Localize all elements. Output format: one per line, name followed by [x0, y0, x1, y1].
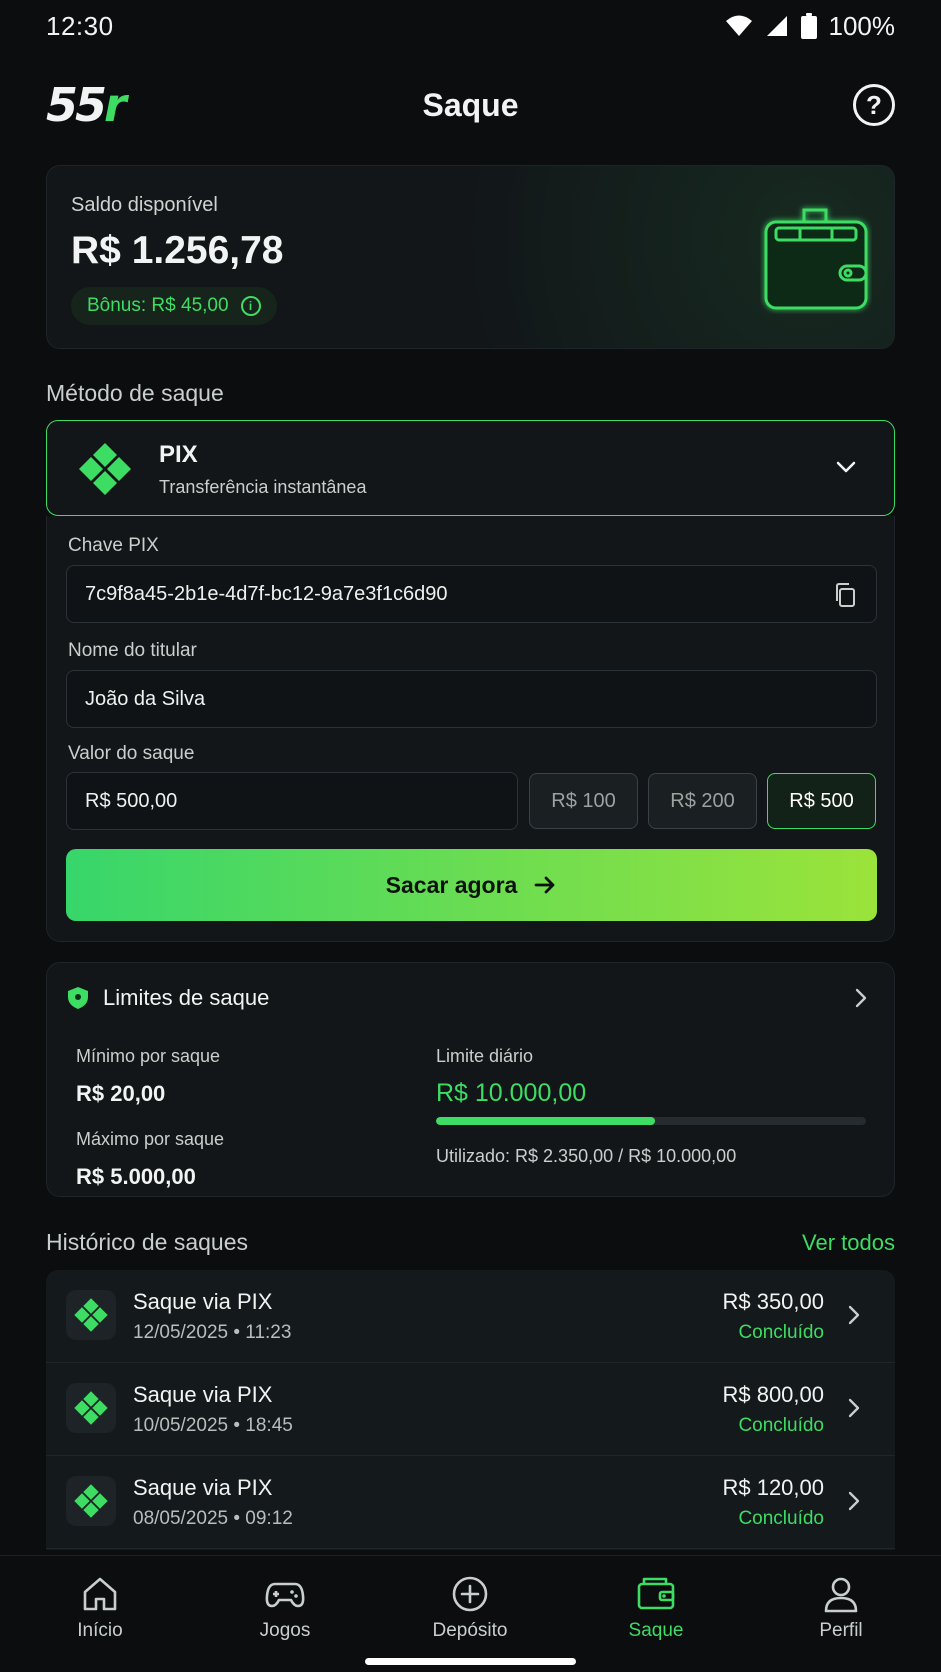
history-item-status: Concluído — [738, 1415, 824, 1436]
method-description: Transferência instantânea — [159, 477, 367, 497]
chevron-right-icon — [848, 1305, 860, 1325]
history-item-date: 12/05/2025 • 11:23 — [133, 1322, 292, 1343]
nav-item-inicio[interactable]: Início — [25, 1574, 175, 1642]
nav-label: Jogos — [259, 1620, 311, 1641]
min-limit-value: R$ 20,00 — [76, 1081, 166, 1106]
bonus-text: Bônus: R$ 45,00 — [87, 295, 229, 316]
copy-icon[interactable] — [832, 582, 858, 608]
history-item-date: 10/05/2025 • 18:45 — [133, 1415, 293, 1436]
help-icon[interactable]: ? — [853, 84, 895, 126]
battery-icon — [800, 13, 817, 39]
brand-logo[interactable]: 55r — [46, 82, 127, 128]
gamepad-icon — [265, 1582, 305, 1608]
method-section-title: Método de saque — [46, 380, 224, 406]
history-item-status: Concluído — [738, 1322, 824, 1343]
pix-key-value: 7c9f8a45-2b1e-4d7f-bc12-9a7e3f1c6d90 — [85, 582, 448, 605]
status-time: 12:30 — [46, 10, 114, 41]
history-title: Histórico de saques — [46, 1229, 248, 1255]
amount-value: R$ 500,00 — [85, 789, 178, 812]
status-icons: 100% — [725, 10, 896, 42]
wifi-icon — [725, 15, 752, 36]
bonus-badge[interactable]: Bônus: R$ 45,00 i — [71, 287, 277, 325]
amount-input[interactable]: R$ 500,00 — [66, 772, 518, 830]
holder-name-label: Nome do titular — [68, 640, 197, 661]
status-bar: 12:30 100% — [0, 0, 941, 52]
nav-label: Saque — [628, 1620, 684, 1641]
arrow-right-icon — [534, 876, 555, 894]
history-list: Saque via PIX 12/05/2025 • 11:23 R$ 350,… — [46, 1270, 895, 1550]
wallet-icon — [760, 202, 872, 314]
nav-item-perfil[interactable]: Perfil — [766, 1574, 916, 1642]
withdraw-form: Chave PIX 7c9f8a45-2b1e-4d7f-bc12-9a7e3f… — [46, 516, 895, 942]
app-header: 55r Saque ? — [46, 76, 895, 134]
history-item[interactable]: Saque via PIX 08/05/2025 • 09:12 R$ 120,… — [46, 1456, 895, 1549]
quick-amount-100[interactable]: R$ 100 — [529, 773, 638, 829]
withdraw-now-button[interactable]: Sacar agora — [66, 849, 877, 921]
home-indicator[interactable] — [365, 1658, 576, 1665]
history-item-status: Concluído — [738, 1508, 824, 1529]
history-header: Histórico de saques Ver todos — [46, 1229, 895, 1256]
daily-limit-used: Utilizado: R$ 2.350,00 / R$ 10.000,00 — [436, 1146, 737, 1166]
daily-limit-value: R$ 10.000,00 — [436, 1079, 587, 1107]
withdraw-limits-card[interactable]: Limites de saque Mínimo por saque R$ 20,… — [46, 962, 895, 1197]
pix-key-input[interactable]: 7c9f8a45-2b1e-4d7f-bc12-9a7e3f1c6d90 — [66, 565, 877, 623]
history-item-amount: R$ 350,00 — [722, 1289, 824, 1314]
history-item-amount: R$ 120,00 — [722, 1475, 824, 1500]
pix-icon — [66, 1476, 116, 1526]
balance-label: Saldo disponível — [71, 194, 218, 216]
chevron-right-icon — [848, 1491, 860, 1511]
max-limit-label: Máximo por saque — [76, 1129, 225, 1149]
daily-limit-progress-fill — [436, 1117, 656, 1125]
withdraw-method-select[interactable]: PIX Transferência instantânea — [46, 420, 895, 516]
shield-icon — [68, 987, 88, 1009]
pix-icon — [66, 1383, 116, 1433]
info-icon[interactable]: i — [240, 296, 261, 316]
nav-label: Início — [77, 1620, 123, 1641]
holder-name-value: João da Silva — [85, 687, 206, 710]
bottom-nav: Início Jogos Depósito Saque Perfil — [0, 1555, 941, 1672]
history-item-title: Saque via PIX — [133, 1289, 273, 1314]
method-name: PIX — [159, 441, 198, 468]
max-limit-value: R$ 5.000,00 — [76, 1164, 196, 1189]
limits-title: Limites de saque — [103, 985, 270, 1010]
home-icon — [83, 1577, 117, 1611]
balance-card: Saldo disponível R$ 1.256,78 Bônus: R$ 4… — [46, 165, 895, 349]
chevron-down-icon[interactable] — [834, 455, 858, 479]
holder-name-input[interactable]: João da Silva — [66, 670, 877, 728]
history-item-title: Saque via PIX — [133, 1475, 273, 1500]
history-item-title: Saque via PIX — [133, 1382, 273, 1407]
limits-header: Limites de saque — [67, 985, 269, 1011]
nav-item-jogos[interactable]: Jogos — [210, 1574, 360, 1642]
plus-circle-icon — [452, 1576, 488, 1612]
pix-icon — [66, 1290, 116, 1340]
see-all-link[interactable]: Ver todos — [802, 1230, 895, 1256]
nav-item-deposito[interactable]: Depósito — [395, 1574, 545, 1642]
min-limit-label: Mínimo por saque — [76, 1046, 221, 1066]
history-item-amount: R$ 800,00 — [722, 1382, 824, 1407]
quick-amount-500[interactable]: R$ 500 — [767, 773, 876, 829]
nav-label: Perfil — [819, 1620, 863, 1641]
pix-icon — [79, 443, 131, 495]
withdraw-now-label: Sacar agora — [385, 871, 518, 898]
user-icon — [824, 1577, 858, 1613]
nav-label: Depósito — [432, 1620, 508, 1641]
battery-percent: 100% — [828, 10, 896, 41]
wallet-icon — [637, 1577, 675, 1610]
quick-amount-200[interactable]: R$ 200 — [648, 773, 757, 829]
history-item[interactable]: Saque via PIX 12/05/2025 • 11:23 R$ 350,… — [46, 1270, 895, 1363]
signal-icon — [766, 16, 787, 36]
nav-item-saque[interactable]: Saque — [581, 1574, 731, 1642]
daily-limit-progress — [436, 1117, 866, 1125]
amount-label: Valor do saque — [68, 743, 195, 764]
chevron-right-icon[interactable] — [850, 987, 872, 1009]
daily-limit-label: Limite diário — [436, 1046, 534, 1066]
balance-value: R$ 1.256,78 — [71, 229, 284, 272]
pix-key-label: Chave PIX — [68, 535, 159, 556]
chevron-right-icon — [848, 1398, 860, 1418]
history-item[interactable]: Saque via PIX 10/05/2025 • 18:45 R$ 800,… — [46, 1363, 895, 1456]
page-title: Saque — [422, 86, 519, 123]
history-item-date: 08/05/2025 • 09:12 — [133, 1508, 293, 1529]
